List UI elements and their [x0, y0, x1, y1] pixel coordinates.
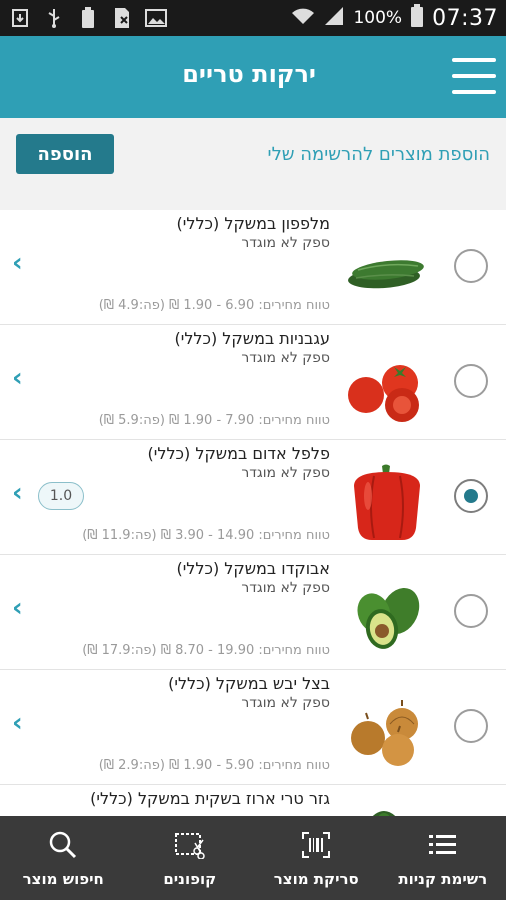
- chevron-left-icon[interactable]: ‹: [12, 710, 23, 736]
- select-radio[interactable]: [454, 364, 488, 398]
- avocado-icon: [344, 577, 430, 657]
- product-row[interactable]: אבוקדו במשקל (כללי) ספק לא מוגדר טווח מח…: [0, 555, 506, 670]
- product-price-range: טווח מחירים: 7.90 - 1.90 ₪ (פה:5.9 ₪): [98, 413, 330, 428]
- clock: 07:37: [432, 5, 498, 31]
- product-name: מלפפון במשקל (כללי): [176, 214, 330, 233]
- carrot-icon: [344, 803, 430, 816]
- product-price-range: טווח מחירים: 14.90 - 3.90 ₪ (פה:11.9 ₪): [82, 528, 330, 543]
- product-supplier: ספק לא מוגדר: [241, 580, 330, 596]
- add-button[interactable]: הוספה: [16, 134, 114, 174]
- barcode-scan-icon: [301, 830, 331, 860]
- select-radio[interactable]: [454, 709, 488, 743]
- nav-label: חיפוש מוצר: [22, 870, 104, 888]
- product-name: בצל יבש במשקל (כללי): [168, 674, 330, 693]
- battery-percent: 100%: [353, 8, 403, 28]
- signal-icon: [323, 6, 345, 30]
- battery-saver-icon: [76, 6, 100, 30]
- nav-scan-product[interactable]: סריקת מוצר: [253, 816, 380, 900]
- product-supplier: ספק לא מוגדר: [241, 695, 330, 711]
- product-name: גזר טרי ארוז בשקית במשקל (כללי): [90, 789, 330, 808]
- bottom-navigation: רשימת קניות סריקת מוצר קופונים חיפוש מוצ…: [0, 816, 506, 900]
- add-products-bar: הוספת מוצרים להרשימה שלי הוספה: [0, 118, 506, 210]
- coupon-icon: [174, 830, 205, 860]
- product-supplier: ספק לא מוגדר: [241, 350, 330, 366]
- product-price-range: טווח מחירים: 6.90 - 1.90 ₪ (פה:4.9 ₪): [98, 298, 330, 313]
- product-row[interactable]: גזר טרי ארוז בשקית במשקל (כללי): [0, 785, 506, 816]
- nav-label: סריקת מוצר: [273, 870, 359, 888]
- image-icon: [144, 6, 168, 30]
- product-name: אבוקדו במשקל (כללי): [176, 559, 330, 578]
- nav-coupons[interactable]: קופונים: [127, 816, 254, 900]
- nav-shopping-list[interactable]: רשימת קניות: [380, 816, 506, 900]
- nav-label: רשימת קניות: [398, 870, 488, 888]
- wifi-icon: [291, 6, 315, 30]
- quantity-badge[interactable]: 1.0: [38, 482, 84, 510]
- product-price-range: טווח מחירים: 5.90 - 1.90 ₪ (פה:2.9 ₪): [98, 758, 330, 773]
- select-radio[interactable]: [454, 594, 488, 628]
- status-system-icons: 100% 07:37: [291, 4, 498, 32]
- product-supplier: ספק לא מוגדר: [241, 235, 330, 251]
- app-bar: ירקות טריים: [0, 36, 506, 118]
- sim-icon: [110, 6, 134, 30]
- page-title: ירקות טריים: [182, 60, 316, 88]
- product-row[interactable]: עגבניות במשקל (כללי) ספק לא מוגדר טווח מ…: [0, 325, 506, 440]
- add-products-label: הוספת מוצרים להרשימה שלי: [267, 144, 490, 165]
- tomato-icon: [344, 347, 430, 427]
- onion-icon: [344, 692, 430, 772]
- download-icon: [8, 6, 32, 30]
- hamburger-icon[interactable]: [452, 58, 496, 94]
- select-radio[interactable]: [454, 249, 488, 283]
- status-notification-icons: [8, 6, 168, 30]
- chevron-left-icon[interactable]: ‹: [12, 595, 23, 621]
- nav-label: קופונים: [163, 870, 217, 888]
- status-bar: 100% 07:37: [0, 0, 506, 36]
- chevron-left-icon[interactable]: ‹: [12, 250, 23, 276]
- cucumber-icon: [344, 232, 430, 312]
- usb-icon: [42, 6, 66, 30]
- product-list[interactable]: מלפפון במשקל (כללי) ספק לא מוגדר טווח מח…: [0, 210, 506, 816]
- product-price-range: טווח מחירים: 19.90 - 8.70 ₪ (פה:17.9 ₪): [82, 643, 330, 658]
- nav-search-product[interactable]: חיפוש מוצר: [0, 816, 127, 900]
- red-pepper-icon: [344, 462, 430, 542]
- select-radio[interactable]: [454, 479, 488, 513]
- battery-icon: [410, 4, 424, 32]
- product-name: עגבניות במשקל (כללי): [174, 329, 331, 348]
- search-icon: [48, 830, 78, 860]
- product-row[interactable]: פלפל אדום במשקל (כללי) ספק לא מוגדר טווח…: [0, 440, 506, 555]
- product-supplier: ספק לא מוגדר: [241, 465, 330, 481]
- product-name: פלפל אדום במשקל (כללי): [147, 444, 330, 463]
- chevron-left-icon[interactable]: ‹: [12, 480, 23, 506]
- product-row[interactable]: בצל יבש במשקל (כללי) ספק לא מוגדר טווח מ…: [0, 670, 506, 785]
- product-row[interactable]: מלפפון במשקל (כללי) ספק לא מוגדר טווח מח…: [0, 210, 506, 325]
- list-icon: [428, 830, 458, 860]
- chevron-left-icon[interactable]: ‹: [12, 365, 23, 391]
